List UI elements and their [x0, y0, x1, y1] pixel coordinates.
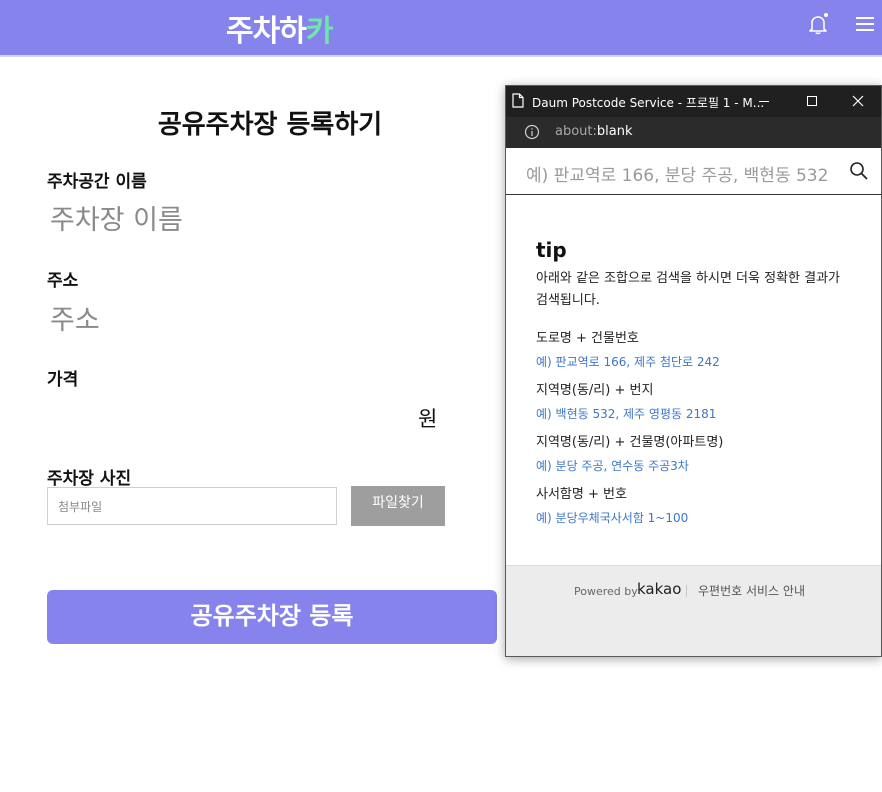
app-logo[interactable]: 주차하카: [226, 6, 334, 50]
popup-footer: Powered by kakao 우편번호 서비스 안내: [506, 565, 881, 656]
popup-window-title: Daum Postcode Service - 프로필 1 - M...: [532, 96, 765, 110]
logo-text-accent: 카: [305, 14, 334, 49]
url-prefix: about:: [555, 124, 597, 139]
info-icon[interactable]: [524, 124, 540, 140]
page-title: 공유주차장 등록하기: [157, 110, 383, 140]
popup-address-bar: about:blank: [506, 117, 881, 148]
close-icon[interactable]: [848, 92, 868, 110]
url-main: blank: [596, 124, 633, 139]
example-value: 예) 백현동 532, 제주 영평동 2181: [536, 407, 717, 421]
example-head: 도로명 + 건물번호: [536, 331, 639, 346]
popup-url: about:blank: [555, 124, 633, 139]
popup-titlebar[interactable]: Daum Postcode Service - 프로필 1 - M...: [506, 86, 881, 117]
parking-name-label: 주차공간 이름: [47, 172, 147, 192]
address-label: 주소: [47, 271, 79, 291]
postcode-popup-window: Daum Postcode Service - 프로필 1 - M... abo…: [505, 85, 882, 657]
example-head: 사서함명 + 번호: [536, 487, 627, 502]
tip-description: 아래와 같은 조합으로 검색을 하시면 더욱 정확한 결과가 검색됩니다.: [536, 271, 841, 308]
parking-name-input[interactable]: 주차장 이름: [50, 198, 183, 237]
example-value: 예) 분당우체국사서함 1~100: [536, 511, 689, 525]
price-input[interactable]: [47, 398, 407, 434]
footer-divider: [686, 585, 687, 597]
example-value: 예) 분당 주공, 연수동 주공3차: [536, 459, 689, 473]
price-unit: 원: [418, 407, 438, 431]
logo-text-main: 주차하: [226, 14, 307, 49]
photo-label: 주차장 사진: [47, 469, 132, 489]
postcode-search-box[interactable]: 예) 판교역로 166, 분당 주공, 백현동 532: [506, 148, 881, 195]
tip-title: tip: [536, 238, 567, 262]
register-parking-button[interactable]: 공유주차장 등록: [47, 590, 497, 644]
kakao-logo[interactable]: kakao: [637, 580, 681, 598]
postcode-search-input[interactable]: 예) 판교역로 166, 분당 주공, 백현동 532: [526, 161, 856, 186]
find-file-button[interactable]: 파일찾기: [351, 486, 445, 526]
example-head: 지역명(동/리) + 번지: [536, 383, 654, 398]
top-navbar: 주차하카: [0, 0, 882, 57]
file-attachment-field[interactable]: 첨부파일: [47, 487, 337, 525]
maximize-icon[interactable]: [802, 92, 822, 110]
hamburger-menu-icon[interactable]: [854, 14, 876, 34]
address-input[interactable]: 주소: [50, 298, 100, 337]
search-icon[interactable]: [849, 161, 869, 181]
powered-by-text: Powered by: [574, 585, 638, 598]
document-icon: [512, 93, 524, 108]
example-value: 예) 판교역로 166, 제주 첨단로 242: [536, 355, 720, 369]
postcode-guide-link[interactable]: 우편번호 서비스 안내: [698, 582, 805, 599]
minimize-icon[interactable]: [754, 92, 774, 110]
example-head: 지역명(동/리) + 건물명(아파트명): [536, 435, 724, 450]
price-label: 가격: [47, 370, 79, 390]
bell-icon[interactable]: [806, 12, 830, 36]
